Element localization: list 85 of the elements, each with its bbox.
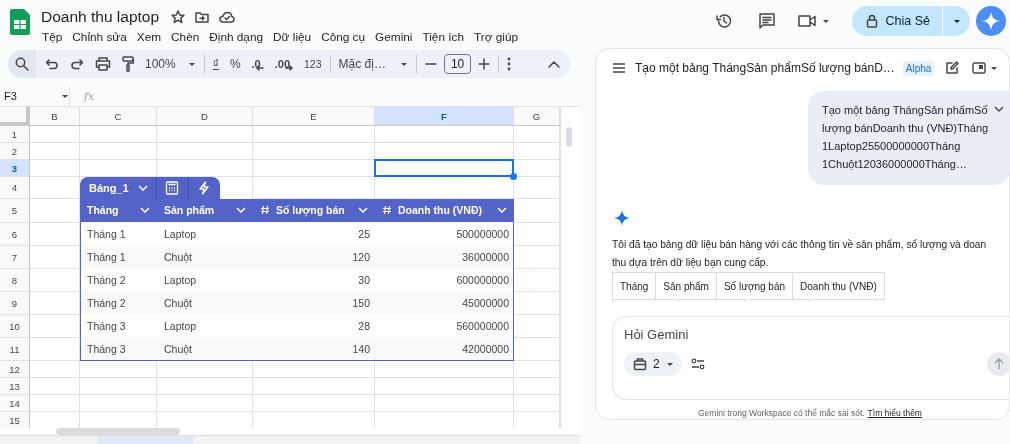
table-column-header[interactable]: Tháng	[80, 198, 157, 222]
table-cell-text: Chuột	[163, 341, 194, 357]
row-header[interactable]: 3	[0, 160, 30, 177]
prompt-field[interactable]: Hỏi Gemini 2	[612, 316, 1010, 400]
table-cell-text: 28	[357, 318, 371, 334]
row-header[interactable]: 8	[0, 269, 30, 292]
menu-item[interactable]: Định dạng	[209, 30, 264, 44]
table-cell-text: Tháng 3	[86, 341, 127, 357]
row-header[interactable]: 2	[0, 143, 30, 160]
table-cell-text: 150	[351, 295, 371, 311]
menu-item[interactable]: Gemini	[375, 30, 413, 44]
prompt-text: Tạo một bảng ThángSản phẩmSố	[822, 103, 989, 118]
row-header[interactable]: 7	[0, 246, 30, 269]
prompt-text: 1Chuột12036000000Tháng…	[822, 157, 968, 172]
row-header[interactable]: 1	[0, 126, 30, 143]
row-header[interactable]: 6	[0, 223, 30, 246]
font-size-field[interactable]: 10	[443, 54, 472, 74]
column-header[interactable]: B	[30, 107, 80, 126]
table-cell-text: 25	[357, 226, 371, 242]
menu-item[interactable]: Trợ giúp	[474, 30, 518, 44]
document-title[interactable]: Doanh thu laptop	[41, 8, 160, 26]
menu-item[interactable]: Chỉnh sửa	[72, 30, 127, 44]
column-header[interactable]: G	[514, 107, 560, 126]
row-header[interactable]: 5	[0, 199, 30, 223]
table-cell-text: 36000000	[461, 249, 510, 265]
column-header[interactable]: D	[157, 107, 253, 126]
row-header[interactable]: 9	[0, 292, 30, 315]
table-cell-text: 45000000	[461, 295, 510, 311]
table-column-header[interactable]: Sản phẩm	[157, 198, 253, 222]
increase-decimals-button[interactable]: .00	[274, 57, 294, 71]
table-cell-text: Laptop	[163, 226, 198, 242]
percent-button[interactable]: %	[229, 57, 241, 71]
row-header[interactable]: 14	[0, 395, 30, 412]
learn-more-link[interactable]: Tìm hiểu thêm	[867, 408, 922, 418]
column-header[interactable]: F	[375, 107, 514, 126]
chat-title: Tạo một bảng ThángSản phẩmSố lượng bánD…	[635, 61, 895, 75]
menu-item[interactable]: Xem	[136, 30, 162, 44]
table-cell-text: Tháng 3	[86, 318, 127, 334]
alpha-badge: Alpha	[902, 60, 935, 76]
table-cell-text: Chuột	[163, 249, 194, 265]
prompt-text: lượng bánDoanh thu (VNĐ)Tháng	[822, 121, 989, 136]
row-header[interactable]: 10	[0, 315, 30, 338]
table-cell-text: 42000000	[461, 341, 510, 357]
table-header-cell: Tháng	[612, 272, 656, 300]
table-cell-text: Tháng 2	[86, 272, 127, 288]
row-header[interactable]: 4	[0, 177, 30, 199]
disclaimer-text: Gemini trong Workspace có thể mắc sai sót.	[698, 408, 865, 418]
table-cell-text: 600000000	[455, 272, 510, 288]
table-header-cell: Số lượng bán	[715, 272, 793, 300]
table-cell-text: 120	[351, 249, 371, 265]
currency-button[interactable]: ₫	[212, 57, 219, 71]
prompt-text: 1Laptop25500000000Tháng	[822, 139, 962, 154]
table-cell-text: Chuột	[163, 295, 194, 311]
menu-item[interactable]: Dữ liệu	[273, 30, 312, 44]
name-box[interactable]: F3	[0, 86, 70, 106]
row-header[interactable]: 11	[0, 338, 30, 361]
table-cell-text: 30	[357, 272, 371, 288]
menu-item[interactable]: Công cụ	[321, 30, 366, 44]
table-cell-text: 500000000	[455, 226, 510, 242]
table-cell-text: 560000000	[455, 318, 510, 334]
column-header[interactable]: C	[80, 107, 157, 126]
table-cell-text: Tháng 2	[86, 295, 127, 311]
menu-item[interactable]: Tệp	[42, 30, 63, 44]
table-column-header[interactable]: Doanh thu (VNĐ)	[375, 198, 514, 222]
zoom-dropdown[interactable]: 100%	[145, 57, 196, 71]
table-header-cell: Doanh thu (VNĐ)	[792, 272, 885, 300]
response-text: Tôi đã tạo bảng dữ liệu bán hàng với các thông tin về sản phẩm, số lượng và doan	[612, 238, 988, 252]
response-text: thu dựa trên dữ liệu bạn cung cấp.	[612, 256, 770, 270]
table-column-header[interactable]: Số lượng bán	[253, 198, 375, 222]
number-format-button[interactable]: 123	[304, 58, 322, 70]
row-header[interactable]: 12	[0, 361, 30, 378]
row-header[interactable]: 15	[0, 412, 30, 428]
menu-item[interactable]: Chèn	[171, 30, 200, 44]
table-cell-text: Laptop	[163, 318, 198, 334]
formula-label: fx	[84, 89, 95, 103]
sources-chip[interactable]: 2	[624, 352, 682, 376]
column-header[interactable]: E	[253, 107, 375, 126]
table-header-cell: Sản phẩm	[655, 272, 716, 300]
table-cell-text: Tháng 1	[86, 226, 127, 242]
menu-item[interactable]: Tiện ích	[422, 30, 464, 44]
table-cell-text: Laptop	[163, 272, 198, 288]
table-cell-text: Tháng 1	[86, 249, 127, 265]
row-header[interactable]: 13	[0, 378, 30, 395]
table-cell-text: 140	[351, 341, 371, 357]
font-dropdown[interactable]: Mặc đị…	[338, 57, 408, 71]
